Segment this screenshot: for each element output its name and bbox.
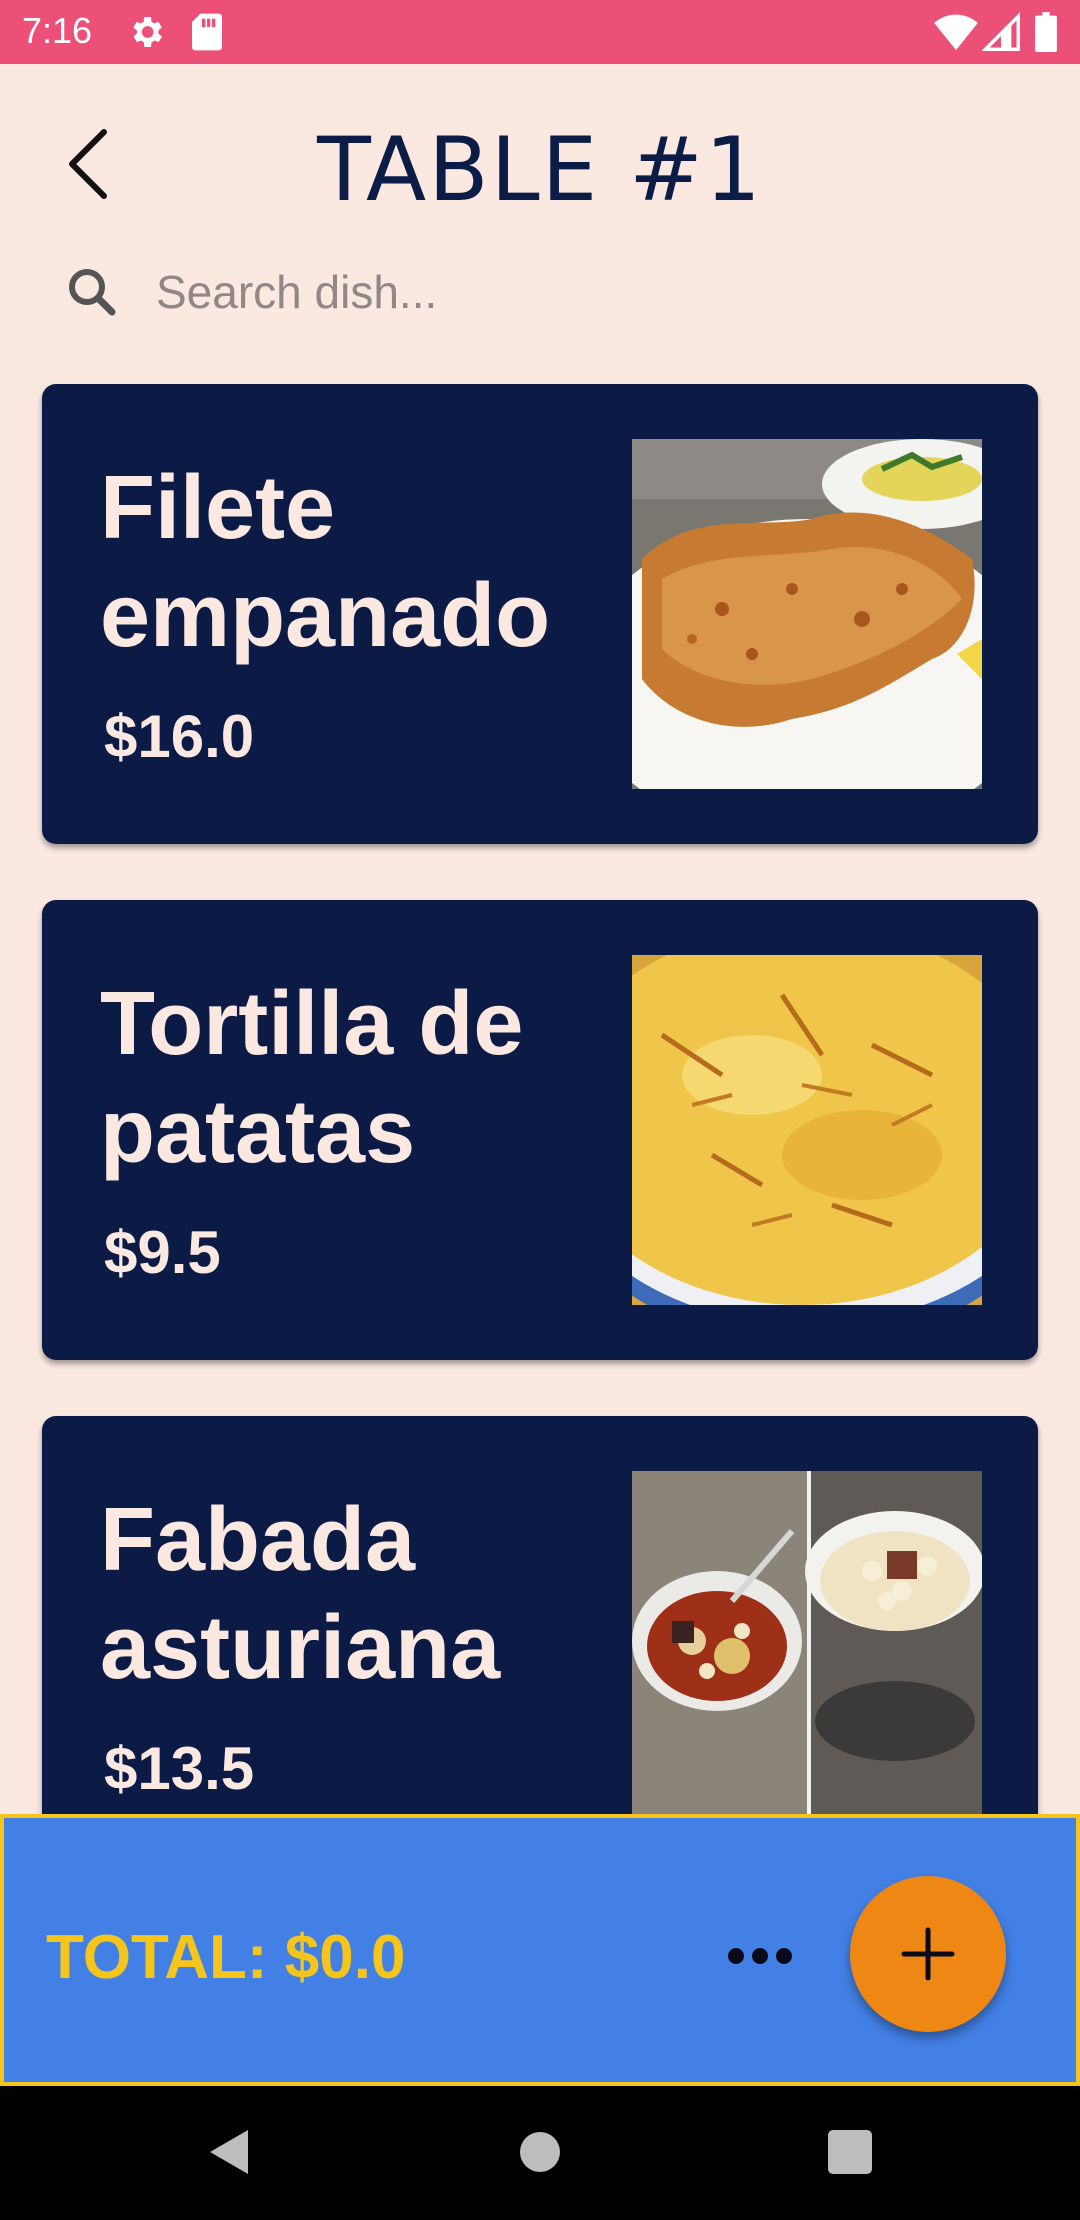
gear-icon — [126, 12, 166, 57]
dish-image — [632, 955, 982, 1305]
dish-price: $13.5 — [104, 1735, 255, 1802]
wifi-icon — [934, 12, 978, 57]
dish-price: $9.5 — [104, 1219, 221, 1286]
bottom-bar: TOTAL: $0.0 — [0, 1814, 1080, 2086]
search-icon — [62, 262, 122, 327]
nav-home-icon[interactable] — [512, 2124, 568, 2185]
search-bar[interactable] — [54, 256, 1014, 328]
battery-icon — [1034, 12, 1058, 57]
dish-card[interactable]: Tortilla de patatas $9.5 — [42, 900, 1038, 1360]
header: TABLE #1 — [0, 100, 1080, 230]
total-label: TOTAL: $0.0 — [46, 1923, 406, 1992]
dish-card[interactable]: Filete empanado $16.0 — [42, 384, 1038, 844]
nav-back-icon[interactable] — [202, 2124, 258, 2185]
sd-card-icon — [190, 12, 224, 57]
dish-list[interactable]: Filete empanado $16.0 Tortilla de patata… — [0, 384, 1080, 1814]
dish-image — [632, 439, 982, 789]
more-horizontal-icon[interactable] — [720, 1936, 800, 1976]
nav-bar — [0, 2086, 1080, 2220]
dish-name: Filete empanado — [100, 458, 551, 666]
dish-price: $16.0 — [104, 703, 255, 770]
signal-icon — [981, 12, 1020, 57]
nav-recents-icon[interactable] — [822, 2124, 878, 2185]
plus-icon — [898, 1924, 958, 1989]
dish-name: Tortilla de patatas — [100, 974, 524, 1182]
status-bar: 7:16 — [0, 0, 1080, 64]
dish-image — [632, 1471, 982, 1814]
search-input[interactable] — [154, 256, 978, 328]
status-time: 7:16 — [22, 10, 93, 51]
page-title: TABLE #1 — [317, 118, 763, 221]
dish-card[interactable]: Fabada asturiana $13.5 — [42, 1416, 1038, 1814]
dish-name: Fabada asturiana — [100, 1490, 501, 1698]
add-button[interactable] — [850, 1876, 1006, 2032]
